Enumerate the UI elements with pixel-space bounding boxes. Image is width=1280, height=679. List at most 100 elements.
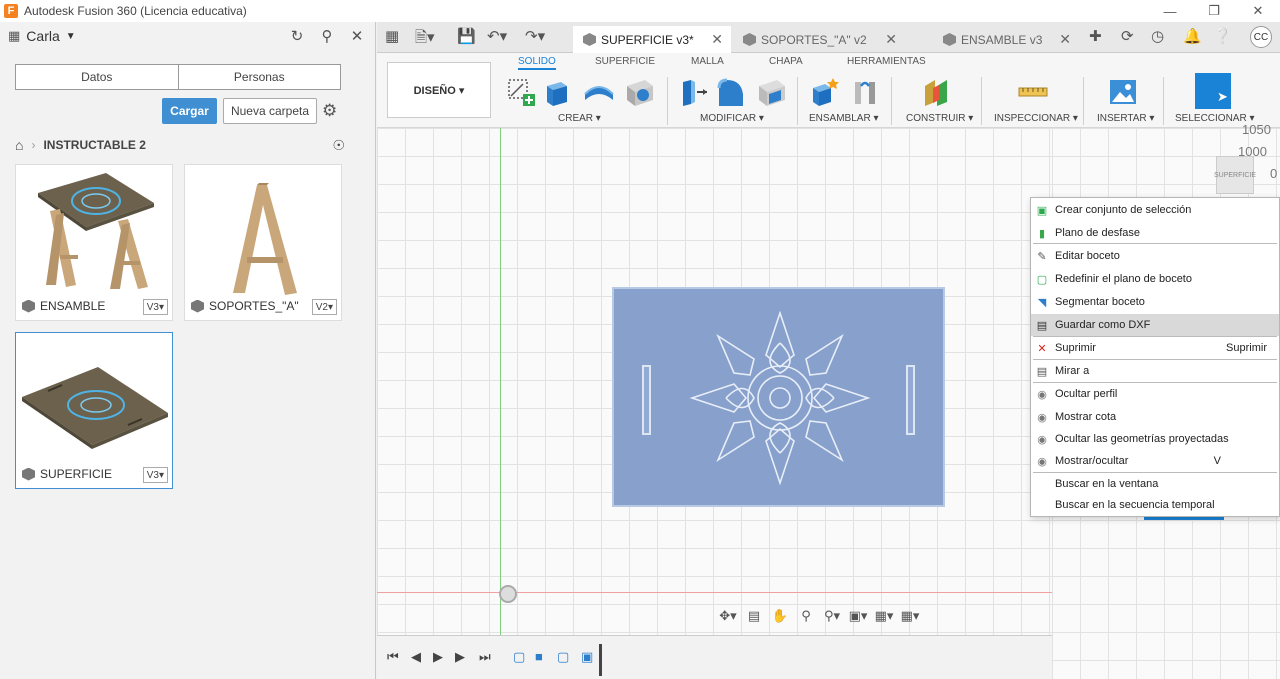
menu-item-hide-projected-geometry[interactable]: ◉ Ocultar las geometrías proyectadas [1031, 428, 1279, 450]
menu-item-hide-profile[interactable]: ◉ Ocultar perfil [1031, 383, 1279, 405]
file-card-ensamble[interactable]: ENSAMBLE V3▾ [15, 164, 173, 321]
minimize-icon[interactable]: — [1148, 0, 1192, 22]
version-badge[interactable]: V3▾ [142, 299, 168, 315]
upload-button[interactable]: Cargar [162, 98, 217, 124]
restore-icon[interactable]: ❐ [1192, 0, 1236, 22]
job-status-icon[interactable]: ◷ [1151, 27, 1164, 45]
undo-icon[interactable]: ↶▾ [487, 27, 507, 45]
tab-personas[interactable]: Personas [179, 65, 341, 89]
timeline-marker[interactable] [599, 644, 602, 676]
menu-item-find-in-timeline[interactable]: Buscar en la secuencia temporal [1031, 494, 1279, 516]
new-component-icon[interactable] [809, 76, 841, 108]
gear-icon[interactable]: ⚙ [322, 101, 337, 121]
group-modificar[interactable]: MODIFICAR ▾ [700, 113, 764, 124]
group-construir[interactable]: CONSTRUIR ▾ [906, 113, 973, 124]
select-tool-icon[interactable]: ➤ [1195, 73, 1231, 109]
menu-item-create-selection-set[interactable]: ▣ Crear conjunto de selección [1031, 199, 1279, 221]
menu-item-save-as-dxf[interactable]: ▤ Guardar como DXF [1031, 314, 1279, 336]
hole-icon[interactable] [623, 76, 655, 108]
close-tab-icon[interactable]: ✕ [1059, 31, 1071, 48]
slot-left[interactable] [642, 365, 651, 435]
globe-icon[interactable]: ☉ [332, 137, 345, 154]
file-card-superficie[interactable]: SUPERFICIE V3▾ [15, 332, 173, 489]
version-badge[interactable]: V3▾ [142, 467, 168, 483]
timeline-sketch-icon[interactable]: ▢ [513, 649, 525, 665]
extensions-icon[interactable]: ⟳ [1121, 27, 1134, 45]
close-icon[interactable]: ✕ [347, 26, 367, 46]
workspace-switcher[interactable]: DISEÑO ▾ [387, 62, 491, 118]
press-pull-icon[interactable] [677, 76, 709, 108]
pan-icon[interactable]: ✋ [769, 608, 791, 624]
look-at-icon[interactable]: ▤ [743, 608, 765, 624]
avatar[interactable]: CC [1250, 26, 1272, 48]
timeline-extrude-icon[interactable]: ■ [535, 649, 543, 664]
doc-tab-ensamble[interactable]: ENSAMBLE v3 ✕ [933, 26, 1079, 53]
version-badge[interactable]: V2▾ [311, 299, 337, 315]
home-icon[interactable]: ⌂ [15, 137, 23, 153]
grid-menu-icon[interactable]: ▦ [385, 27, 399, 45]
menu-item-edit-sketch[interactable]: ✎ Editar boceto [1031, 245, 1279, 267]
doc-tab-soportes[interactable]: SOPORTES_"A" v2 ✕ [733, 26, 905, 53]
create-sketch-icon[interactable] [505, 76, 537, 108]
help-icon[interactable]: ❔ [1213, 27, 1232, 45]
new-folder-button[interactable]: Nueva carpeta [223, 98, 317, 124]
menu-item-offset-plane[interactable]: ▮ Plano de desfase [1031, 222, 1279, 244]
zoom-window-icon[interactable]: ⚲▾ [821, 608, 843, 624]
sketch-profile[interactable] [612, 287, 945, 507]
timeline-sketch-icon[interactable]: ▢ [557, 649, 569, 665]
menu-item-redefine-sketch-plane[interactable]: ▢ Redefinir el plano de boceto [1031, 268, 1279, 290]
zoom-icon[interactable]: ⚲ [795, 608, 817, 624]
viewport-canvas[interactable]: ✥▾ ▤ ✋ ⚲ ⚲▾ ▣▾ ▦▾ ▦▾ [377, 128, 1052, 635]
grid-settings-icon[interactable]: ▦▾ [873, 608, 895, 624]
menu-item-look-at[interactable]: ▤ Mirar a [1031, 360, 1279, 382]
refresh-icon[interactable]: ↻ [287, 26, 307, 46]
menu-item-show-dimension[interactable]: ◉ Mostrar cota [1031, 406, 1279, 428]
close-tab-icon[interactable]: ✕ [711, 31, 723, 48]
tab-herramientas[interactable]: HERRAMIENTAS [847, 56, 926, 67]
redo-icon[interactable]: ↷▾ [525, 27, 545, 45]
tab-superficie[interactable]: SUPERFICIE [595, 56, 655, 67]
viewcube[interactable]: SUPERFICIE [1214, 156, 1256, 194]
group-ensamblar[interactable]: ENSAMBLAR ▾ [809, 113, 878, 124]
revolve-icon[interactable] [583, 76, 615, 108]
file-menu-icon[interactable]: 🗎▾ [415, 27, 435, 52]
measure-icon[interactable] [1017, 76, 1049, 108]
new-tab-icon[interactable]: ✚ [1089, 27, 1102, 45]
go-to-end-icon[interactable]: ⏭ [479, 649, 491, 665]
menu-item-slice-sketch[interactable]: ◥ Segmentar boceto [1031, 291, 1279, 313]
tab-chapa[interactable]: CHAPA [769, 56, 803, 67]
offset-plane-icon[interactable] [921, 76, 953, 108]
tab-datos[interactable]: Datos [16, 65, 179, 89]
search-icon[interactable]: ⚲ [317, 26, 337, 46]
joint-icon[interactable] [849, 76, 881, 108]
menu-item-delete[interactable]: ✕ Suprimir Suprimir [1031, 337, 1279, 359]
file-card-soportes[interactable]: SOPORTES_"A" V2▾ [184, 164, 342, 321]
group-crear[interactable]: CREAR ▾ [558, 113, 601, 124]
step-back-icon[interactable]: ◀ [411, 649, 421, 665]
group-insertar[interactable]: INSERTAR ▾ [1097, 113, 1154, 124]
go-to-start-icon[interactable]: ⏮ [387, 649, 399, 665]
fillet-icon[interactable] [715, 76, 747, 108]
save-icon[interactable]: 💾 [457, 27, 476, 45]
display-settings-icon[interactable]: ▣▾ [847, 608, 869, 624]
shell-icon[interactable] [755, 76, 787, 108]
play-icon[interactable]: ▶ [433, 649, 443, 665]
origin-icon[interactable] [499, 585, 517, 603]
doc-tab-superficie[interactable]: SUPERFICIE v3* ✕ [573, 26, 731, 53]
step-forward-icon[interactable]: ▶ [455, 649, 465, 665]
extrude-icon[interactable] [541, 76, 573, 108]
insert-image-icon[interactable] [1107, 76, 1139, 108]
close-window-icon[interactable]: ✕ [1236, 0, 1280, 22]
close-tab-icon[interactable]: ✕ [885, 31, 897, 48]
tab-malla[interactable]: MALLA [691, 56, 724, 67]
notifications-icon[interactable]: 🔔 [1183, 27, 1202, 45]
mandala-sketch[interactable] [682, 303, 878, 493]
user-name[interactable]: Carla [26, 28, 59, 44]
chevron-down-icon[interactable]: ▼ [66, 31, 76, 42]
viewports-icon[interactable]: ▦▾ [899, 608, 921, 624]
tab-solido[interactable]: SOLIDO [518, 56, 556, 70]
menu-item-show-hide[interactable]: ◉ Mostrar/ocultar V [1031, 450, 1279, 472]
timeline-image-icon[interactable]: ▣ [581, 649, 593, 665]
breadcrumb-project[interactable]: INSTRUCTABLE 2 [43, 138, 145, 152]
slot-right[interactable] [906, 365, 915, 435]
